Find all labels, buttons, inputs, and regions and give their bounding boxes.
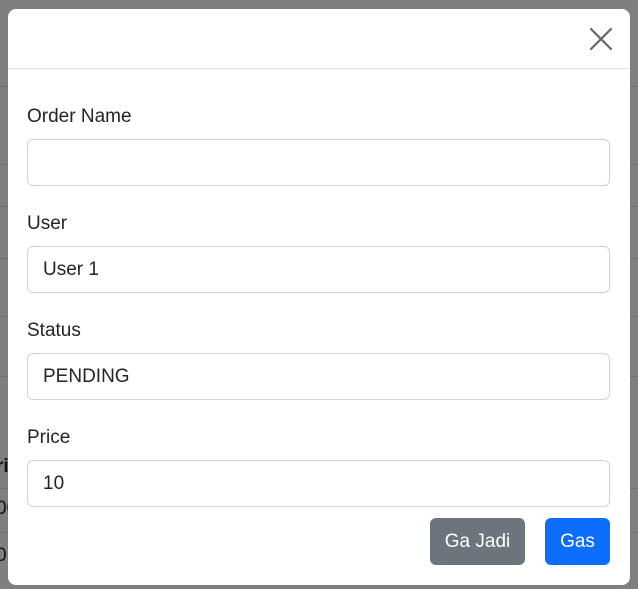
status-label: Status: [27, 320, 81, 341]
user-label: User: [27, 213, 68, 234]
x-icon: [588, 26, 614, 52]
close-button[interactable]: [588, 26, 614, 52]
user-input[interactable]: [27, 246, 610, 293]
submit-button[interactable]: Gas: [545, 518, 610, 565]
order-name-input[interactable]: [27, 139, 610, 186]
cancel-button[interactable]: Ga Jadi: [430, 518, 525, 565]
order-modal: Order Name User Status Price Ga Jadi Gas: [8, 9, 630, 585]
price-input[interactable]: [27, 460, 610, 507]
price-label: Price: [27, 427, 71, 448]
order-name-label: Order Name: [27, 106, 132, 127]
modal-header: [8, 9, 630, 69]
status-input[interactable]: [27, 353, 610, 400]
